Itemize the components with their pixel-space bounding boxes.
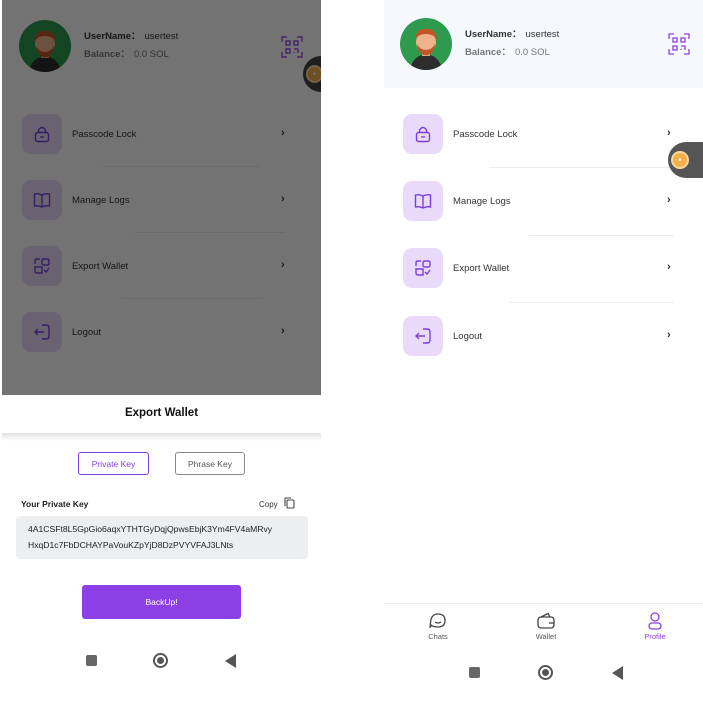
back-nav-icon[interactable] [612, 666, 623, 680]
nav-profile[interactable]: Profile [625, 612, 685, 641]
divider [529, 235, 674, 236]
lock-icon [403, 114, 443, 154]
menu-item-logout[interactable]: Logout [403, 316, 482, 356]
back-nav-icon[interactable] [225, 654, 236, 668]
book-icon [403, 181, 443, 221]
copy-icon [284, 497, 295, 511]
sheet-title: Export Wallet [124, 407, 199, 419]
bottom-navigation: Chats Wallet Profile [384, 603, 703, 651]
private-key-field[interactable]: 4A1CSFt8L5GpGio6aqxYTHTGyDqjQpwsEbjK3Ym4… [16, 516, 308, 559]
recents-nav-icon[interactable] [469, 667, 480, 678]
copy-label: Copy [259, 499, 278, 509]
chevron-right-icon: › [667, 127, 671, 139]
user-info: UserName：usertest Balance：0.0 SOL [465, 26, 559, 62]
modal-backdrop[interactable] [2, 0, 321, 395]
copy-button[interactable]: Copy [259, 497, 295, 511]
export-icon [403, 248, 443, 288]
logout-icon [403, 316, 443, 356]
nav-chats-label: Chats [428, 632, 448, 641]
sheet-header-divider [2, 433, 321, 441]
balance-value: 0.0 SOL [514, 47, 550, 58]
private-key-line-2: HxqD1c7FbDCHAYPaVouKZpYjD8DzPVYVFAJ3LNts [28, 540, 234, 550]
assistant-icon: • [671, 151, 689, 169]
floating-assistant-button[interactable]: • [668, 142, 703, 178]
menu-label-manage-logs: Manage Logs [453, 195, 511, 207]
recents-nav-icon[interactable] [86, 655, 97, 666]
menu-label-export-wallet: Export Wallet [453, 262, 510, 274]
home-nav-icon[interactable] [538, 665, 553, 680]
tab-private-key[interactable]: Private Key [78, 452, 149, 475]
avatar [400, 18, 452, 70]
nav-wallet-label: Wallet [535, 632, 557, 641]
username-value: usertest [525, 29, 560, 40]
right-phone-screen: UserName： usertest Balance： 0.0 SOL Passco… [384, 0, 703, 704]
chevron-right-icon: › [667, 329, 671, 341]
menu-item-manage-logs[interactable]: Manage Logs [403, 181, 511, 221]
menu-item-export-wallet[interactable]: Export Wallet [403, 248, 509, 288]
divider [489, 167, 674, 168]
tab-phrase-key[interactable]: Phrase Key [175, 452, 245, 475]
nav-wallet[interactable]: Wallet [516, 612, 576, 641]
private-key-line-1: 4A1CSFt8L5GpGio6aqxYTHTGyDqjQpwsEbjK3Ym4… [28, 524, 273, 534]
qr-code-icon[interactable] [668, 33, 690, 55]
balance-label: Balance： [465, 47, 511, 58]
chevron-right-icon: › [667, 261, 671, 273]
private-key-label: Your Private Key [21, 499, 89, 509]
menu-label-passcode-lock: Passcode Lock [453, 128, 518, 140]
profile-icon [648, 612, 662, 630]
left-phone-screen: UserName：usertest Balance：0.0 SOL Passco… [2, 0, 321, 704]
screen: UserName：usertest Balance：0.0 SOL Passco… [0, 0, 703, 704]
username-label: UserName： [465, 29, 522, 40]
chats-icon [429, 613, 446, 629]
nav-chats[interactable]: Chats [408, 612, 468, 641]
menu-label-logout: Logout [453, 330, 483, 342]
chevron-right-icon: › [667, 194, 671, 206]
divider [509, 302, 674, 303]
nav-profile-label: Profile [644, 632, 666, 641]
profile-header: UserName：usertest Balance：0.0 SOL [400, 18, 559, 70]
backup-button[interactable]: BackUp! [82, 585, 241, 619]
wallet-icon [537, 612, 555, 629]
export-wallet-sheet: Export Wallet Private Key Phrase Key You… [2, 395, 321, 704]
menu-item-passcode-lock[interactable]: Passcode Lock [403, 114, 517, 154]
home-nav-icon[interactable] [153, 653, 168, 668]
